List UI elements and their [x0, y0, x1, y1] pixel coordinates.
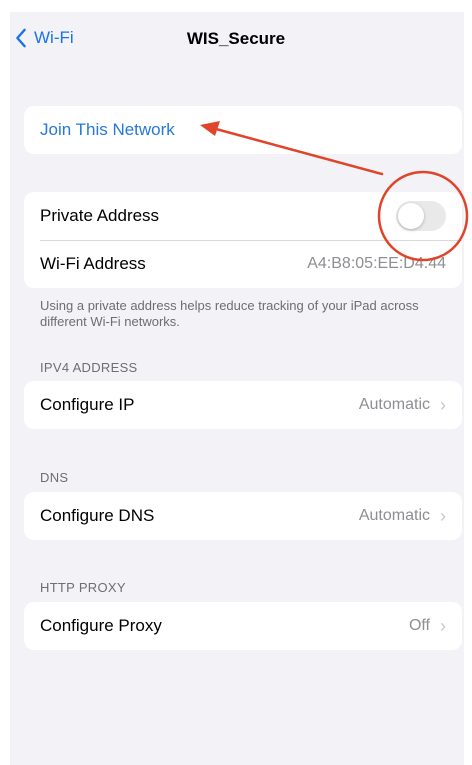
wifi-address-row: Wi-Fi Address A4:B8:05:EE:D4:44 — [24, 240, 462, 288]
configure-dns-value: Automatic — [358, 507, 430, 524]
ipv4-section-header: IPV4 ADDRESS — [40, 360, 138, 375]
configure-proxy-row[interactable]: Configure Proxy Off › — [24, 602, 462, 650]
configure-proxy-value: Off — [408, 617, 430, 634]
configure-ip-row[interactable]: Configure IP Automatic › — [24, 381, 462, 429]
private-address-label: Private Address — [40, 206, 160, 225]
chevron-right-icon: › — [440, 505, 446, 526]
configure-dns-row[interactable]: Configure DNS Automatic › — [24, 492, 462, 540]
page-title: WIS_Secure — [186, 29, 286, 48]
ipv4-group: Configure IP Automatic › — [24, 381, 462, 429]
frame-border-top — [0, 0, 472, 12]
frame-border-left — [0, 0, 10, 765]
join-network-row[interactable]: Join This Network — [24, 106, 462, 154]
frame-border-right — [464, 0, 472, 765]
navigation-bar: Wi-Fi WIS_Secure — [0, 22, 472, 62]
configure-ip-value: Automatic — [358, 396, 430, 413]
chevron-right-icon: › — [440, 615, 446, 636]
proxy-section-header: HTTP PROXY — [40, 580, 126, 595]
proxy-group: Configure Proxy Off › — [24, 602, 462, 650]
private-address-row: Private Address — [24, 192, 462, 240]
private-address-footnote: Using a private address helps reduce tra… — [40, 298, 419, 329]
configure-proxy-label: Configure Proxy — [40, 616, 162, 635]
dns-group: Configure DNS Automatic › — [24, 492, 462, 540]
wifi-address-label: Wi-Fi Address — [40, 254, 146, 273]
privacy-group: Private Address Wi-Fi Address A4:B8:05:E… — [24, 192, 462, 288]
wifi-address-value: A4:B8:05:EE:D4:44 — [307, 255, 446, 272]
join-group: Join This Network — [24, 106, 462, 154]
private-address-toggle[interactable] — [396, 201, 446, 231]
toggle-knob — [398, 203, 424, 229]
configure-dns-label: Configure DNS — [40, 506, 155, 525]
settings-page: Wi-Fi WIS_Secure Join This Network Priva… — [0, 0, 472, 765]
dns-section-header: DNS — [40, 470, 69, 485]
configure-ip-label: Configure IP — [40, 395, 135, 414]
join-network-link[interactable]: Join This Network — [40, 120, 175, 140]
chevron-right-icon: › — [440, 394, 446, 415]
